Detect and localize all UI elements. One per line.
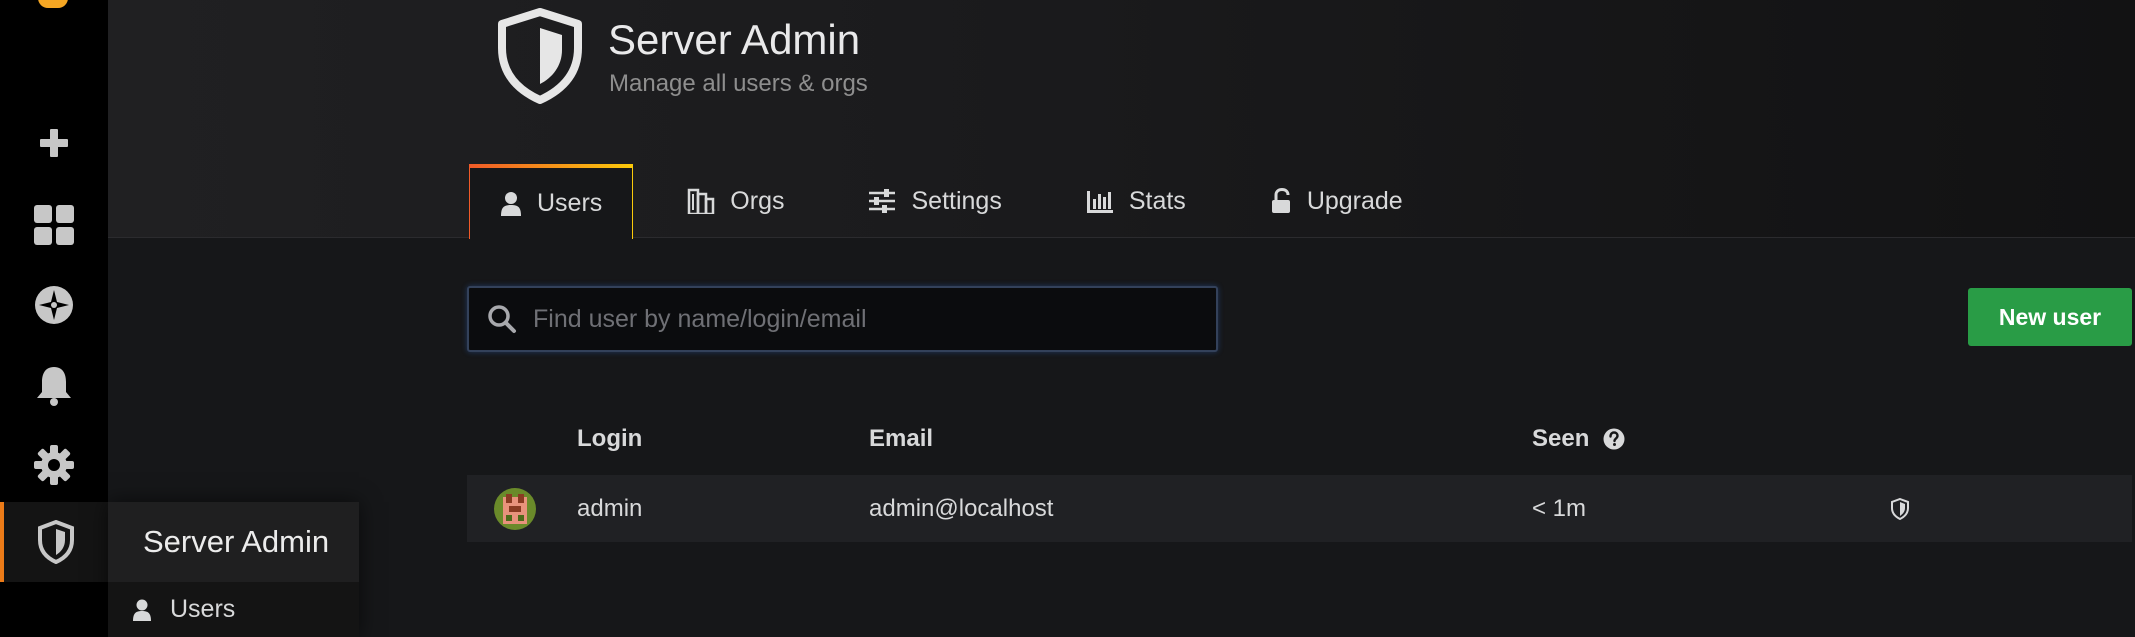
tab-stats[interactable]: Stats (1056, 164, 1216, 238)
shield-icon (498, 8, 582, 104)
tab-label: Stats (1128, 186, 1186, 215)
user-login[interactable]: admin (577, 475, 642, 542)
user-email[interactable]: admin@localhost (869, 475, 1053, 542)
user-icon (500, 191, 522, 216)
flyout-item-label: Users (170, 595, 236, 623)
admin-badge (1891, 475, 1909, 542)
sliders-icon (868, 189, 896, 213)
tab-users[interactable]: Users (469, 164, 634, 239)
column-header-seen: Seen (1532, 425, 1625, 453)
server-admin-icon (38, 520, 74, 564)
create-nav-item[interactable] (0, 113, 108, 173)
explore-icon (35, 286, 73, 324)
tab-bar: Users Orgs Settings Stats Upgrade (469, 164, 1433, 239)
user-last-seen: < 1m (1532, 494, 1587, 522)
explore-nav-item[interactable] (0, 275, 108, 335)
user-search-box[interactable] (467, 286, 1218, 352)
column-header-label: Seen (1532, 425, 1590, 452)
grafana-logo[interactable] (38, 0, 68, 8)
new-user-button[interactable]: New user (1968, 288, 2132, 346)
tab-orgs[interactable]: Orgs (657, 164, 814, 238)
user-search-input[interactable] (531, 303, 1216, 335)
alerting-icon (37, 367, 71, 406)
page-title: Server Admin (608, 16, 861, 63)
dashboards-nav-item[interactable] (0, 195, 108, 255)
flyout-item-users[interactable]: Users (108, 582, 359, 637)
page-subtitle: Manage all users & orgs (609, 70, 868, 97)
user-icon (132, 599, 152, 621)
configuration-icon (34, 445, 74, 485)
flyout-title[interactable]: Server Admin (108, 502, 359, 582)
tab-label: Upgrade (1306, 186, 1403, 215)
plus-icon (40, 129, 68, 157)
tab-upgrade[interactable]: Upgrade (1240, 164, 1433, 238)
building-icon (687, 188, 715, 214)
configuration-nav-item[interactable] (0, 435, 108, 495)
side-nav (0, 0, 108, 637)
column-header-email: Email (869, 425, 934, 452)
unlock-icon (1270, 188, 1292, 214)
alerting-nav-item[interactable] (0, 355, 108, 415)
dashboards-icon (34, 205, 74, 245)
search-icon (487, 304, 517, 334)
avatar[interactable] (494, 488, 536, 530)
tab-label: Users (537, 189, 603, 217)
server-admin-nav-item[interactable] (0, 502, 108, 582)
tab-label: Settings (911, 186, 1002, 215)
tab-label: Orgs (730, 186, 785, 215)
tab-settings[interactable]: Settings (838, 164, 1031, 238)
server-admin-flyout: Server Admin Users (108, 502, 359, 637)
bar-chart-icon (1086, 189, 1114, 213)
help-icon[interactable] (1603, 428, 1625, 450)
table-row[interactable]: admin admin@localhost < 1m (467, 475, 2132, 542)
column-header-login: Login (577, 425, 643, 452)
page-header: Server Admin Manage all users & orgs Use… (108, 0, 2135, 239)
shield-icon (1891, 497, 1909, 520)
